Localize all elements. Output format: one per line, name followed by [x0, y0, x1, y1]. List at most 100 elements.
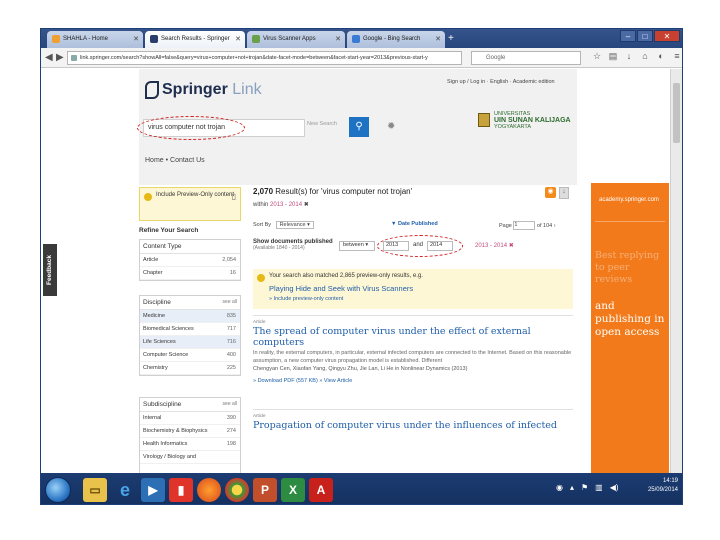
clock[interactable]: 14:19 25/09/2014	[648, 477, 678, 495]
institution-crest-icon	[478, 113, 490, 127]
gear-icon[interactable]: ✹	[387, 121, 395, 132]
url-text: link.springer.com/search?showAll=false&q…	[80, 55, 428, 61]
left-sidebar: Include Preview-Only content ▯ Refine Yo…	[139, 187, 241, 473]
facet-row[interactable]: Chemistry 225	[140, 362, 240, 375]
facet-row[interactable]: Life Sciences 716	[140, 336, 240, 349]
download-icon[interactable]: ↓	[621, 51, 637, 62]
tab-virus-scanner[interactable]: Virus Scanner Apps ✕	[247, 31, 345, 48]
within-range: within 2013 - 2014 ✖	[253, 201, 309, 208]
facet-row-label: Chemistry	[143, 365, 168, 371]
vertical-scrollbar[interactable]	[670, 69, 682, 473]
address-bar[interactable]: link.springer.com/search?showAll=false&q…	[67, 51, 462, 65]
include-preview-link[interactable]: » Include preview-only content	[269, 296, 569, 302]
next-page-icon[interactable]: ›	[554, 223, 556, 229]
see-all-link[interactable]: see all	[223, 299, 237, 305]
facet-row[interactable]: Chapter 16	[140, 267, 240, 280]
app-icon[interactable]: ▮	[169, 478, 193, 502]
bookmarks-icon[interactable]: ▤	[605, 51, 621, 62]
facet-row[interactable]: Biomedical Sciences 717	[140, 323, 240, 336]
tray-app-icon[interactable]: ◉	[556, 483, 563, 492]
addon-icon[interactable]: ◐	[653, 51, 669, 62]
result-type: Article	[253, 413, 266, 418]
facet-row[interactable]: Medicine 835	[140, 310, 240, 323]
download-results-icon[interactable]: ↓	[559, 187, 569, 199]
internet-explorer-icon[interactable]: e	[113, 478, 137, 502]
facet-row[interactable]: Computer Science 400	[140, 349, 240, 362]
feedback-tab[interactable]: Feedback	[43, 244, 57, 296]
maximize-button[interactable]: □	[637, 30, 653, 42]
star-icon[interactable]: ☆	[589, 51, 605, 62]
back-arrow-icon[interactable]: ◀	[45, 52, 53, 63]
result-authors[interactable]: Chengyan Cen, Xiaofan Yang, Qingyu Zhu, …	[253, 366, 573, 372]
breadcrumb[interactable]: Home • Contact Us	[145, 157, 205, 164]
help-icon[interactable]: ▯	[232, 192, 236, 201]
minimize-button[interactable]: –	[620, 30, 636, 42]
facet-row[interactable]: Virology / Biology and	[140, 451, 240, 464]
facet-row-label: Medicine	[143, 313, 166, 319]
date-mode-value: between	[343, 242, 364, 248]
date-mode-select[interactable]: between ▾	[339, 241, 375, 251]
preview-notice: Your search also matched 2,865 preview-o…	[253, 269, 573, 309]
date-range-text: 2013 - 2014	[475, 243, 508, 249]
see-all-link[interactable]: see all	[223, 401, 237, 407]
date-published-toggle[interactable]: ▼ Date Published	[391, 221, 438, 227]
scrollbar-thumb[interactable]	[673, 83, 680, 143]
facet-row[interactable]: Internal 390	[140, 412, 240, 425]
new-tab-button[interactable]: +	[448, 33, 454, 44]
rss-icon[interactable]: ◉	[545, 187, 556, 198]
tab-home[interactable]: SHAHLA - Home ✕	[47, 31, 143, 48]
facet-row[interactable]: Article 2,054	[140, 254, 240, 267]
advertisement-panel[interactable]: academy.springer.com Best replying to pe…	[591, 183, 669, 473]
excel-icon[interactable]: X	[281, 478, 305, 502]
facet-row[interactable]: Biochemistry & Biophysics 274	[140, 425, 240, 438]
file-explorer-icon[interactable]: ▭	[83, 478, 107, 502]
tab-close-icon[interactable]: ✕	[435, 35, 441, 43]
home-icon[interactable]: ⌂	[637, 51, 653, 62]
powerpoint-icon[interactable]: P	[253, 478, 277, 502]
firefox-icon[interactable]	[197, 478, 221, 502]
tray-arrow-icon[interactable]: ▴	[570, 483, 574, 492]
tab-close-icon[interactable]: ✕	[235, 35, 241, 43]
pdf-reader-icon[interactable]: A	[309, 478, 333, 502]
menu-icon[interactable]: ≡	[669, 51, 682, 62]
tab-close-icon[interactable]: ✕	[335, 35, 341, 43]
browser-toolbar: ☆ ▤ ↓ ⌂ ◐ ≡	[589, 51, 682, 62]
window-controls: – □ ✕	[619, 30, 680, 42]
facet-row-label: Article	[143, 257, 159, 263]
browser-search-input[interactable]: Google	[471, 51, 581, 65]
notice-example-link[interactable]: Playing Hide and Seek with Virus Scanner…	[269, 284, 569, 293]
facet-subdiscipline: Subdiscipline see all Internal 390 Biochem…	[139, 397, 241, 473]
magnifier-icon: ⚲	[355, 121, 363, 132]
forward-arrow-icon[interactable]: ▶	[56, 52, 64, 63]
tab-google[interactable]: Google - Bing Search ✕	[347, 31, 445, 48]
favicon-icon	[352, 35, 360, 43]
start-button[interactable]	[45, 477, 71, 503]
facet-row[interactable]: Health Informatics 198	[140, 438, 240, 451]
page-input[interactable]: 1	[513, 221, 536, 230]
close-window-button[interactable]: ✕	[654, 30, 680, 42]
account-links[interactable]: Sign up / Log in · English · Academic ed…	[447, 79, 555, 85]
volume-icon[interactable]: ◀)	[610, 483, 619, 492]
media-player-icon[interactable]: ▶	[141, 478, 165, 502]
institution-line2: UIN SUNAN KALIJAGA	[494, 117, 571, 124]
institution-logo: UNIVERSITAS UIN SUNAN KALIJAGA YOGYAKART…	[478, 111, 574, 130]
network-icon[interactable]: ▥	[595, 483, 603, 492]
new-search-link[interactable]: New Search	[307, 121, 337, 127]
remove-filter-icon[interactable]: ✖	[304, 202, 309, 208]
clock-date: 25/09/2014	[647, 487, 678, 493]
browser-search-placeholder: Google	[486, 55, 506, 61]
facet-row-count: 390	[226, 415, 236, 421]
sort-select[interactable]: Relevance ▾	[275, 221, 314, 229]
tab-search-results[interactable]: Search Results - Springer ✕	[145, 31, 245, 48]
result-title-link[interactable]: The spread of computer virus under the e…	[253, 326, 573, 348]
search-submit-button[interactable]: ⚲	[349, 117, 369, 137]
remove-range-icon[interactable]: ✖	[509, 243, 514, 249]
tab-close-icon[interactable]: ✕	[133, 35, 139, 43]
result-actions[interactable]: » Download PDF (557 KB) » View Article	[253, 378, 573, 384]
favicon-icon	[252, 35, 260, 43]
result-title-link[interactable]: Propagation of computer virus under the …	[253, 420, 573, 431]
chrome-icon[interactable]	[225, 478, 249, 502]
flag-icon[interactable]: ⚑	[581, 483, 588, 492]
preview-toggle[interactable]: Include Preview-Only content ▯	[139, 187, 241, 221]
springer-logo[interactable]: Springer Link	[145, 81, 262, 99]
